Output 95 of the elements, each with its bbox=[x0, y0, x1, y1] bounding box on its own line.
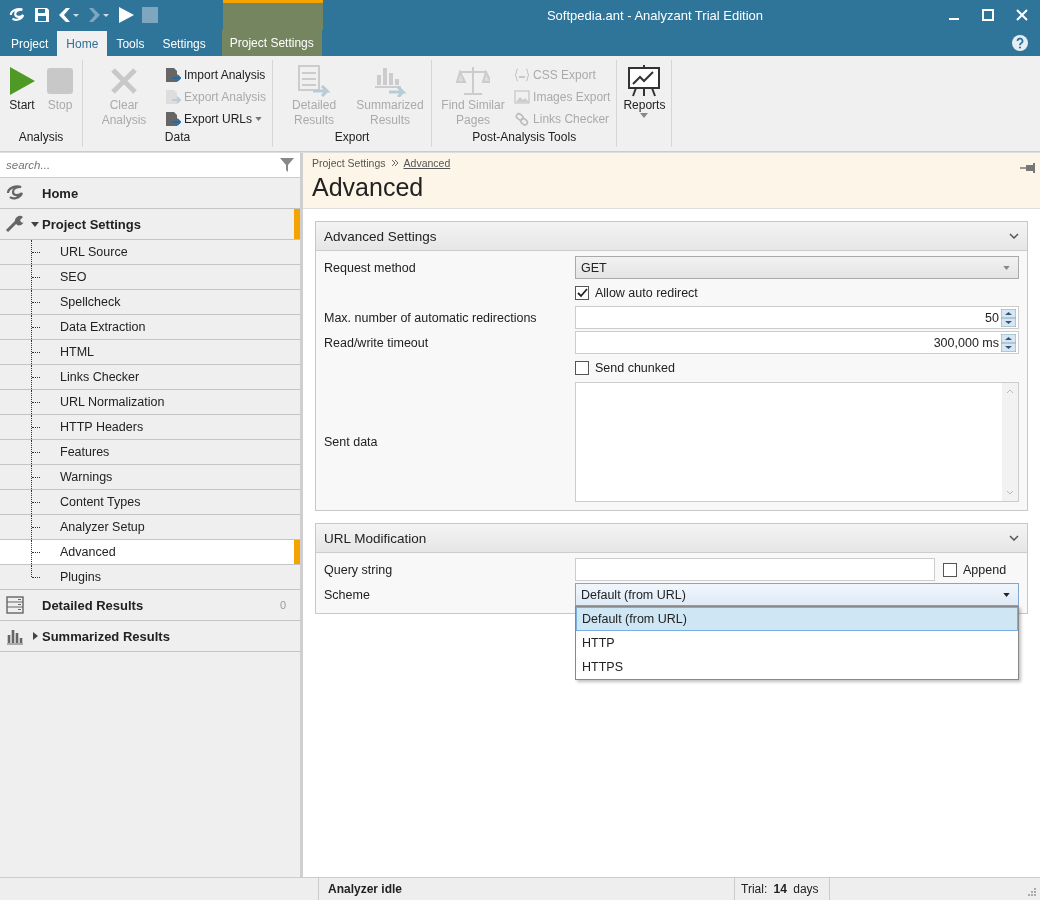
sidebar-item[interactable]: Summarized Results bbox=[0, 621, 300, 652]
dropdown[interactable]: GET bbox=[575, 256, 1019, 279]
field-label: Read/write timeout bbox=[323, 335, 430, 350]
dropdown-option[interactable]: HTTP bbox=[576, 631, 1018, 655]
ribbon-tab[interactable]: Project bbox=[2, 31, 58, 56]
breadcrumb-link[interactable]: Project Settings bbox=[312, 157, 386, 169]
sidebar-item[interactable]: Warnings bbox=[0, 465, 300, 490]
pin-icon[interactable] bbox=[1020, 163, 1036, 173]
caret-icon bbox=[1003, 592, 1010, 597]
sidebar-item[interactable]: Links Checker bbox=[0, 365, 300, 390]
braces-icon bbox=[514, 67, 531, 82]
group-label: Export bbox=[333, 129, 371, 146]
list-icon bbox=[6, 596, 24, 614]
sidebar-item[interactable]: SEO bbox=[0, 265, 300, 290]
checkbox[interactable]: Send chunked bbox=[575, 360, 675, 375]
sidebar-item[interactable]: HTML bbox=[0, 340, 300, 365]
window-title: Softpedia.ant - Analyzant Trial Edition bbox=[546, 7, 764, 23]
caret-icon bbox=[1003, 265, 1010, 270]
sidebar-item[interactable]: URL Source bbox=[0, 240, 300, 265]
field-label: Max. number of automatic redirections bbox=[323, 310, 538, 325]
caret-down-icon[interactable] bbox=[31, 221, 39, 227]
checkbox[interactable]: Append bbox=[943, 562, 1007, 577]
ribbon-button[interactable]: Export URLs bbox=[163, 109, 269, 128]
maximize-icon[interactable] bbox=[982, 9, 994, 21]
stop-icon bbox=[46, 67, 74, 95]
bar-chart-icon bbox=[6, 627, 24, 645]
logo-icon bbox=[5, 184, 25, 202]
help-icon[interactable] bbox=[1012, 35, 1028, 51]
document-arrow-icon bbox=[165, 88, 181, 105]
dropdown-option[interactable]: Default (from URL) bbox=[576, 607, 1018, 631]
ribbon-button[interactable]: Start bbox=[4, 64, 40, 128]
ribbon-tab[interactable]: Settings bbox=[153, 31, 215, 56]
sidebar-item[interactable]: Features bbox=[0, 440, 300, 465]
panel-title: Advanced Settings bbox=[324, 228, 437, 244]
play-icon[interactable] bbox=[118, 7, 134, 23]
chain-link-icon bbox=[514, 111, 531, 126]
chevron-down-icon[interactable] bbox=[1009, 535, 1019, 541]
status-text: Analyzer idle bbox=[319, 878, 735, 900]
sidebar-item[interactable]: Detailed Results 0 bbox=[0, 590, 300, 621]
wrench-icon bbox=[5, 215, 25, 233]
document-arrow-icon bbox=[165, 66, 181, 83]
separator-icon bbox=[391, 160, 398, 166]
number-field[interactable]: 50 bbox=[575, 306, 1019, 329]
group-label: Analysis bbox=[17, 129, 65, 146]
play-icon bbox=[7, 66, 37, 96]
x-icon bbox=[110, 67, 138, 95]
spin-buttons[interactable] bbox=[1001, 333, 1016, 352]
dropdown-option[interactable]: HTTPS bbox=[576, 655, 1018, 679]
chevron-down-icon[interactable] bbox=[1009, 233, 1019, 239]
bar-chart-arrow-icon bbox=[373, 65, 408, 97]
group-label: Post-Analysis Tools bbox=[471, 129, 578, 146]
search-field[interactable]: search... bbox=[0, 153, 300, 178]
caret-right-icon[interactable] bbox=[32, 632, 38, 640]
sidebar-item[interactable]: Home bbox=[0, 178, 300, 209]
field-label: Request method bbox=[323, 260, 417, 275]
selection-marker bbox=[294, 540, 300, 564]
number-field[interactable]: 300,000 ms bbox=[575, 331, 1019, 354]
group-label: Data bbox=[163, 129, 192, 146]
ribbon-tab[interactable]: Tools bbox=[107, 31, 154, 56]
panel-title: URL Modification bbox=[324, 530, 427, 546]
scale-icon bbox=[456, 65, 491, 97]
image-icon bbox=[514, 89, 531, 104]
ribbon-button[interactable]: Reports bbox=[621, 64, 668, 147]
back-icon[interactable] bbox=[58, 7, 80, 23]
page-title: Advanced bbox=[312, 173, 425, 202]
ribbon-tab[interactable]: Project Settings bbox=[221, 30, 322, 56]
sidebar-item[interactable]: Spellcheck bbox=[0, 290, 300, 315]
selection-marker bbox=[294, 209, 300, 239]
field-label: Scheme bbox=[323, 587, 371, 602]
list-arrow-icon bbox=[297, 65, 332, 97]
status-text: Trial: 14 days bbox=[735, 878, 830, 900]
field-label: Query string bbox=[323, 562, 394, 577]
spin-buttons[interactable] bbox=[1001, 308, 1016, 327]
sidebar-item[interactable]: URL Normalization bbox=[0, 390, 300, 415]
presentation-chart-icon bbox=[627, 65, 662, 97]
logo-icon[interactable] bbox=[8, 7, 26, 23]
checkbox[interactable]: Allow auto redirect bbox=[575, 285, 698, 300]
ribbon-button[interactable]: Import Analysis bbox=[163, 65, 269, 84]
sidebar-item[interactable]: Project Settings bbox=[0, 209, 300, 240]
sidebar-item[interactable]: Data Extraction bbox=[0, 315, 300, 340]
sidebar-item[interactable]: Plugins bbox=[0, 565, 300, 590]
close-icon[interactable] bbox=[1016, 9, 1028, 21]
field-label: Sent data bbox=[323, 435, 379, 449]
input-field[interactable] bbox=[575, 558, 935, 581]
sidebar-item[interactable]: Content Types bbox=[0, 490, 300, 515]
save-icon[interactable] bbox=[34, 7, 50, 23]
dropdown[interactable]: Default (from URL) bbox=[575, 583, 1019, 606]
breadcrumb-link[interactable]: Advanced bbox=[403, 157, 451, 169]
ribbon-tab[interactable]: Home bbox=[57, 31, 108, 56]
check-icon bbox=[576, 287, 588, 298]
filter-icon[interactable] bbox=[280, 158, 294, 172]
resize-grip-icon[interactable] bbox=[1026, 886, 1036, 896]
document-arrow-icon bbox=[165, 110, 181, 127]
sidebar-item[interactable]: Advanced bbox=[0, 540, 300, 565]
sidebar-item[interactable]: HTTP Headers bbox=[0, 415, 300, 440]
